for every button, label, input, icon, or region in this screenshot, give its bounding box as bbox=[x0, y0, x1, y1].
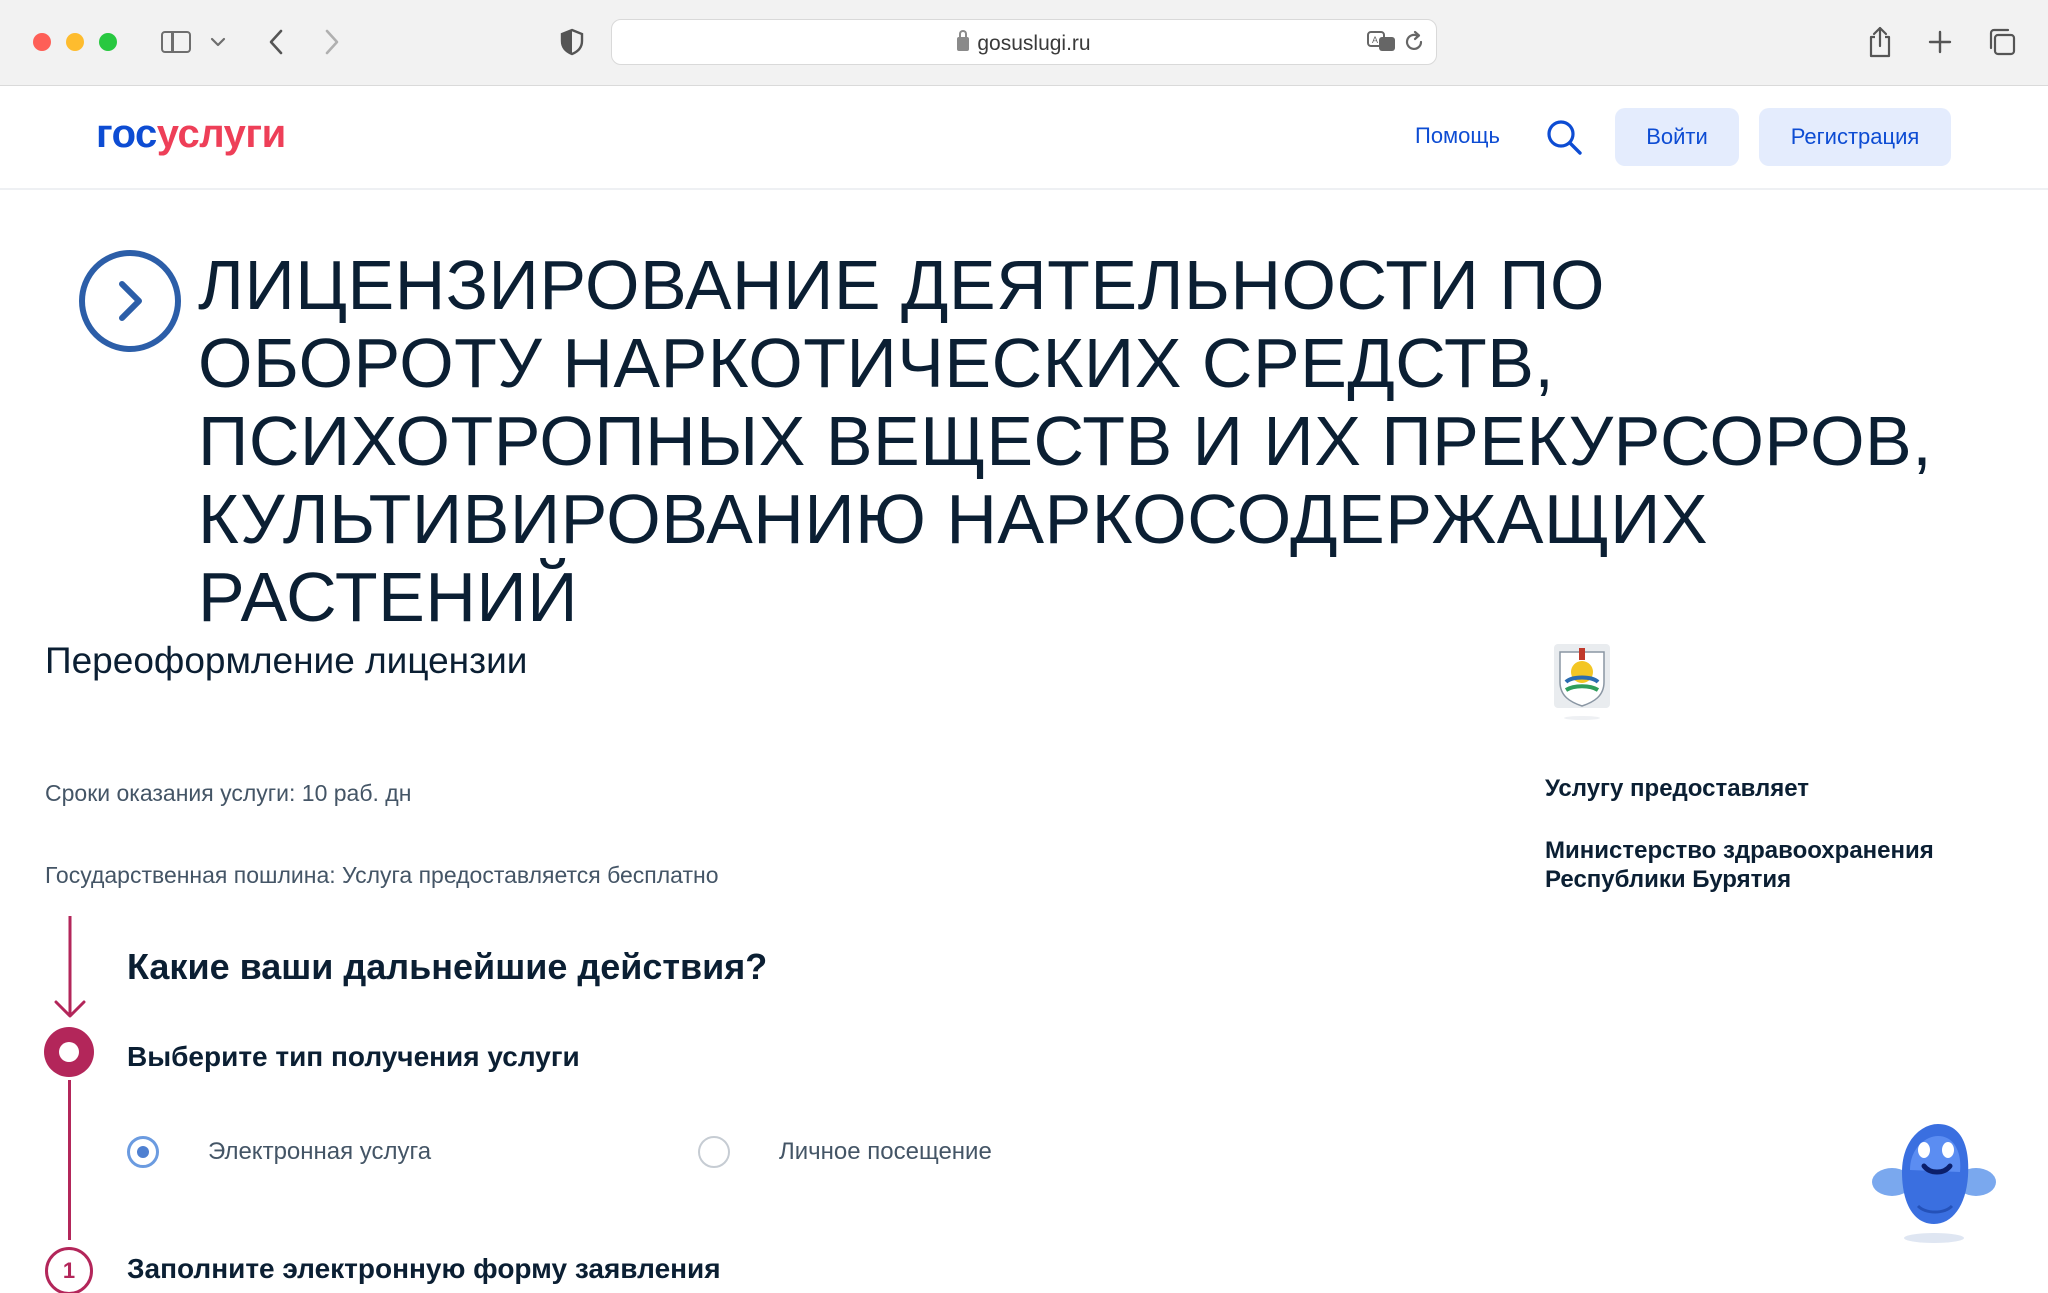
step-active-marker bbox=[44, 1027, 94, 1077]
minimize-window-button[interactable] bbox=[66, 33, 84, 51]
help-link[interactable]: Помощь bbox=[1415, 123, 1500, 149]
step-title-service-type: Выберите тип получения услуги bbox=[127, 1041, 580, 1072]
lock-icon bbox=[957, 30, 970, 51]
next-actions-heading: Какие ваши дальнейшие действия? bbox=[127, 946, 768, 987]
back-button[interactable] bbox=[258, 22, 294, 62]
buryatia-emblem-icon bbox=[1552, 642, 1612, 722]
chevron-left-icon bbox=[269, 29, 283, 55]
privacy-report-button[interactable] bbox=[554, 22, 590, 62]
register-button[interactable]: Регистрация bbox=[1759, 108, 1951, 166]
login-button[interactable]: Войти bbox=[1615, 108, 1739, 166]
plus-icon bbox=[1928, 30, 1952, 54]
gosuslugi-logo[interactable]: госуслуги bbox=[96, 112, 286, 157]
radio-electronic-service[interactable] bbox=[127, 1136, 159, 1168]
radio-label-electronic[interactable]: Электронная услуга bbox=[208, 1138, 431, 1166]
shield-icon bbox=[560, 28, 584, 56]
sidebar-icon bbox=[161, 31, 191, 53]
chevron-right-icon bbox=[325, 29, 339, 55]
new-tab-button[interactable] bbox=[1922, 22, 1958, 62]
search-button[interactable] bbox=[1544, 117, 1584, 157]
zoom-window-button[interactable] bbox=[99, 33, 117, 51]
radio-label-personal[interactable]: Личное посещение bbox=[779, 1138, 992, 1166]
translate-icon: A bbox=[1367, 31, 1395, 51]
share-button[interactable] bbox=[1862, 22, 1898, 62]
browser-toolbar: gosuslugi.ru A bbox=[0, 0, 2048, 86]
service-fee: Государственная пошлина: Услуга предоста… bbox=[45, 862, 719, 888]
step-number-badge: 1 bbox=[45, 1247, 93, 1293]
step-title-fill-form: Заполните электронную форму заявления bbox=[127, 1253, 721, 1284]
reload-icon bbox=[1405, 30, 1423, 51]
site-header: госуслуги Помощь Войти Регистрация bbox=[0, 86, 2048, 190]
steps-connector bbox=[68, 1080, 71, 1240]
search-icon bbox=[1547, 120, 1582, 155]
translate-button[interactable]: A bbox=[1366, 29, 1398, 55]
provider-name: Министерство здравоохранения Республики … bbox=[1545, 837, 1934, 893]
share-icon bbox=[1869, 26, 1891, 58]
svg-text:A: A bbox=[1372, 35, 1378, 45]
tab-overview-button[interactable] bbox=[1984, 22, 2020, 62]
service-subtitle: Переоформление лицензии bbox=[45, 640, 528, 681]
address-bar[interactable]: gosuslugi.ru A bbox=[611, 19, 1437, 65]
robot-assistant-icon[interactable] bbox=[1866, 1110, 2002, 1246]
tabs-icon bbox=[1989, 28, 2016, 56]
radio-personal-visit[interactable] bbox=[698, 1136, 730, 1168]
url-text: gosuslugi.ru bbox=[612, 30, 1436, 56]
service-term: Сроки оказания услуги: 10 раб. дн bbox=[45, 780, 412, 806]
provider-heading: Услугу предоставляет bbox=[1545, 775, 1810, 802]
close-window-button[interactable] bbox=[33, 33, 51, 51]
reload-button[interactable] bbox=[1402, 30, 1426, 54]
chevron-down-icon[interactable] bbox=[206, 22, 230, 62]
arrow-down-icon bbox=[52, 916, 88, 1020]
forward-button[interactable] bbox=[314, 22, 350, 62]
page-title: ЛИЦЕНЗИРОВАНИЕ ДЕЯТЕЛЬНОСТИ ПО ОБОРОТУ Н… bbox=[198, 246, 1933, 636]
arrow-circle-icon bbox=[77, 248, 183, 354]
sidebar-toggle-button[interactable] bbox=[156, 22, 196, 62]
